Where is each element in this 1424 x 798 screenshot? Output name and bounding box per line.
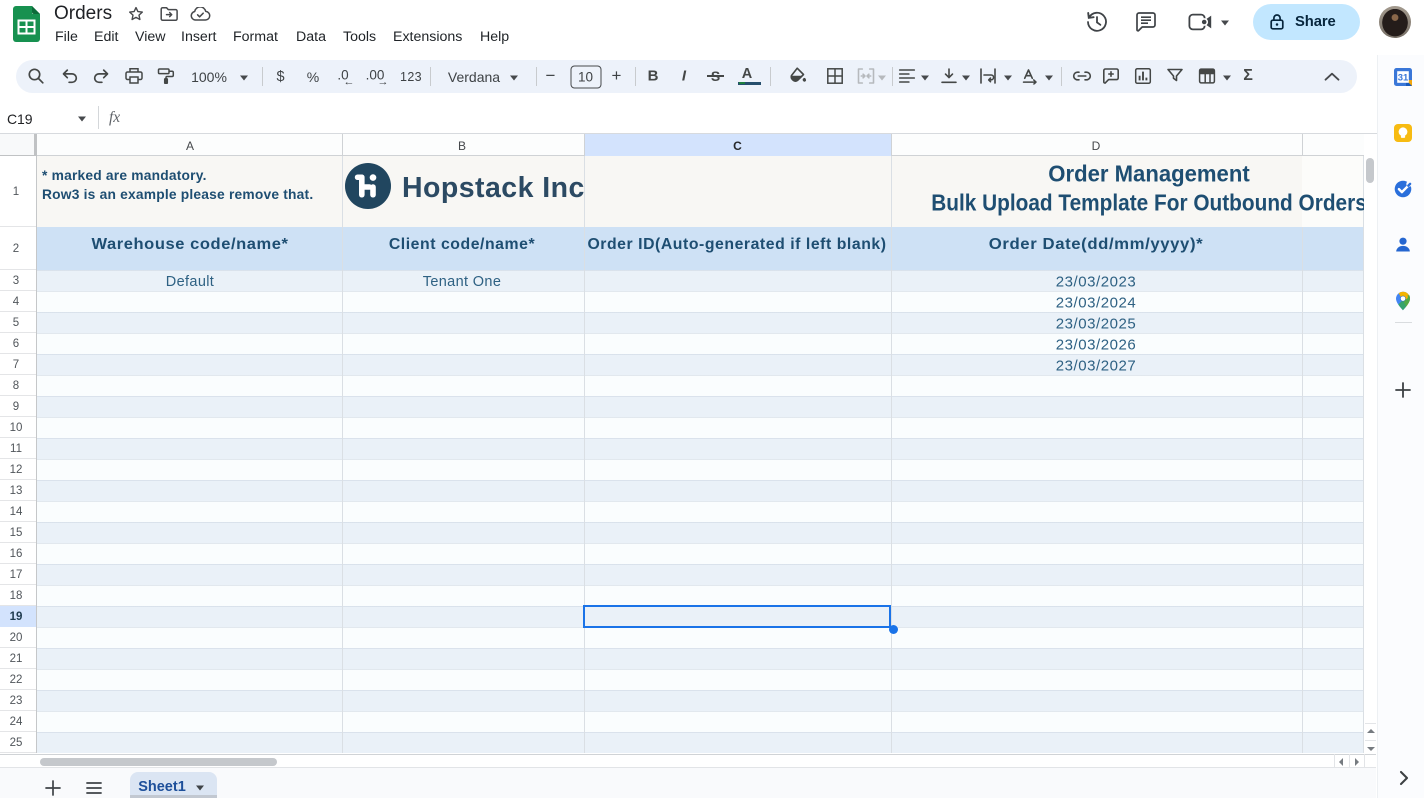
svg-text:31: 31 (1398, 72, 1409, 83)
